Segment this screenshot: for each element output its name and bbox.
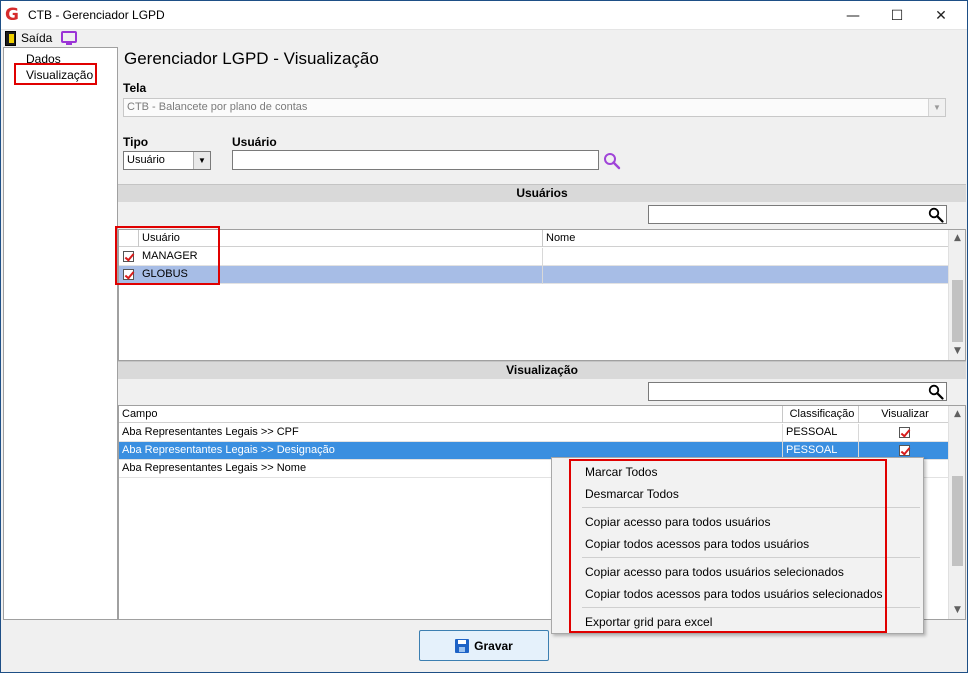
cell-campo: Aba Representantes Legais >> CPF [119,424,783,442]
main-window: G CTB - Gerenciador LGPD — ☐ ✕ Saída Dad… [0,0,968,673]
chevron-down-icon[interactable]: ▼ [928,99,945,116]
scroll-down-icon[interactable]: ▼ [949,602,965,619]
scroll-thumb[interactable] [952,476,963,566]
tipo-label: Tipo [123,135,149,149]
exit-menu-item[interactable]: Saída [21,31,52,45]
tela-label: Tela [123,81,147,95]
visualizacao-grid-scrollbar[interactable]: ▲ ▼ [948,406,965,619]
maximize-button[interactable]: ☐ [875,1,919,30]
floppy-disk-icon [455,638,470,653]
search-icon[interactable] [928,384,944,400]
table-row[interactable]: Aba Representantes Legais >> CPF PESSOAL [119,424,949,442]
visualizar-checkbox[interactable] [899,427,910,438]
highlight-box [569,459,887,633]
title-bar: G CTB - Gerenciador LGPD — ☐ ✕ [1,1,967,30]
door-exit-icon[interactable] [5,31,16,46]
search-icon[interactable] [603,152,621,170]
monitor-icon[interactable] [61,31,77,45]
app-logo-icon: G [5,5,19,25]
search-icon[interactable] [928,207,944,223]
visualizacao-filter-input[interactable] [648,382,947,401]
menu-bar: Saída [1,30,967,47]
cell-classificacao: PESSOAL [783,424,859,442]
minimize-button[interactable]: — [831,1,875,30]
cell-nome [543,266,949,284]
tela-select-value: CTB - Balancete por plano de contas [127,101,308,113]
column-header-visualizar[interactable]: Visualizar [859,406,949,423]
highlight-box [115,226,220,285]
chevron-down-icon[interactable]: ▼ [193,152,210,169]
tela-select[interactable]: CTB - Balancete por plano de contas ▼ [123,98,946,117]
navigation-tree: Dados Visualização [3,47,118,620]
column-header-nome[interactable]: Nome [543,230,949,247]
users-grid-scrollbar[interactable]: ▲ ▼ [948,230,965,360]
visualizar-checkbox[interactable] [899,445,910,456]
scroll-down-icon[interactable]: ▼ [949,343,965,360]
table-row[interactable]: MANAGER [119,248,949,266]
column-header-classificacao[interactable]: Classificação [783,406,859,423]
cell-visualizar [859,424,949,442]
column-header-campo[interactable]: Campo [119,406,783,423]
visualizacao-grid-header: Campo Classificação Visualizar [119,406,949,423]
scroll-up-icon[interactable]: ▲ [949,406,965,423]
table-row[interactable]: GLOBUS [119,266,949,284]
usuario-input[interactable] [232,150,599,170]
usuario-label: Usuário [232,135,277,149]
tipo-select-value: Usuário [127,154,165,166]
users-grid-header: Usuário Nome [119,230,949,247]
tipo-select[interactable]: Usuário ▼ [123,151,211,170]
close-button[interactable]: ✕ [919,1,963,30]
page-title: Gerenciador LGPD - Visualização [124,49,379,68]
highlight-box [14,63,97,85]
users-filter-input[interactable] [648,205,947,224]
save-button[interactable]: Gravar [419,630,549,661]
scroll-thumb[interactable] [952,280,963,342]
scroll-up-icon[interactable]: ▲ [949,230,965,247]
users-section-header: Usuários [118,184,966,202]
window-title: CTB - Gerenciador LGPD [28,8,165,22]
save-button-label: Gravar [474,638,513,653]
users-grid: Usuário Nome MANAGER GLOBUS ▲ ▼ [118,229,966,361]
cell-nome [543,248,949,266]
visualizacao-section-header: Visualização [118,361,966,379]
